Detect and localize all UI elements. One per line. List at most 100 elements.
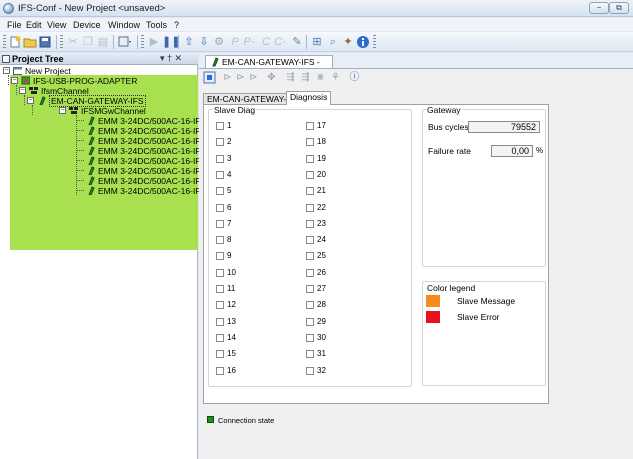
checkbox-box[interactable] bbox=[216, 252, 224, 261]
module-icon bbox=[88, 166, 95, 175]
checkbox-box[interactable] bbox=[306, 170, 314, 179]
checkbox-box[interactable] bbox=[306, 252, 314, 261]
open-folder-icon[interactable] bbox=[23, 35, 37, 49]
menu-help[interactable]: ? bbox=[174, 20, 179, 30]
save-icon[interactable] bbox=[38, 35, 52, 49]
search-icon[interactable]: ⌕ bbox=[326, 35, 340, 49]
view-dropdown-icon[interactable] bbox=[118, 35, 132, 49]
copy-icon[interactable]: ❐ bbox=[81, 35, 95, 49]
minimize-button[interactable]: − bbox=[589, 2, 609, 14]
checkbox-box[interactable] bbox=[306, 187, 314, 196]
toolbar-grip[interactable] bbox=[141, 35, 144, 49]
checkbox-box[interactable] bbox=[216, 122, 224, 130]
gateway-title: Gateway bbox=[426, 105, 462, 115]
settings-icon[interactable]: ⚙ bbox=[212, 35, 226, 49]
menu-tools[interactable]: Tools bbox=[146, 20, 167, 30]
checkbox-box[interactable] bbox=[216, 154, 224, 163]
checkbox-box[interactable] bbox=[216, 219, 224, 228]
checkbox-box[interactable] bbox=[216, 187, 224, 196]
network-icon[interactable]: ⋇ bbox=[314, 71, 327, 84]
tree-item-gw-channel[interactable]: − IFSMGwChannel bbox=[0, 106, 198, 116]
menu-view[interactable]: View bbox=[47, 20, 66, 30]
forward-icon[interactable]: ⊳ bbox=[221, 71, 234, 84]
checkbox-box[interactable] bbox=[216, 366, 224, 375]
menu-edit[interactable]: Edit bbox=[26, 20, 42, 30]
tree-item-emm-module[interactable]: EMM 3-24DC/500AC-16-IFS_2 bbox=[0, 136, 216, 146]
checkbox-box[interactable] bbox=[216, 268, 224, 277]
checkbox-box[interactable] bbox=[306, 268, 314, 277]
tree-item-emm-module[interactable]: EMM 3-24DC/500AC-16-IFS_4 bbox=[0, 156, 216, 166]
collapse-icon[interactable]: − bbox=[11, 77, 18, 84]
tool-icon[interactable]: ✎ bbox=[290, 35, 304, 49]
network-icon[interactable]: ⊞ bbox=[310, 35, 324, 49]
config-c-icon[interactable]: C bbox=[259, 35, 273, 49]
document-tab[interactable]: EM-CAN-GATEWAY-IFS - Diagnosis... bbox=[205, 55, 333, 79]
menu-file[interactable]: File bbox=[7, 20, 22, 30]
toolbar-grip[interactable] bbox=[373, 35, 376, 49]
tree-item-emm-module[interactable]: EMM 3-24DC/500AC-16-IFS bbox=[0, 116, 206, 126]
checkbox-box[interactable] bbox=[306, 317, 314, 326]
checkbox-box[interactable] bbox=[306, 203, 314, 212]
tree-item-emm-module[interactable]: EMM 3-24DC/500AC-16-IFS_7 bbox=[0, 186, 216, 196]
checkbox-box[interactable] bbox=[306, 333, 314, 342]
tree-item-emm-module[interactable]: EMM 3-24DC/500AC-16-IFS_5 bbox=[0, 166, 216, 176]
checkbox-box[interactable] bbox=[306, 236, 314, 245]
checkbox-box[interactable] bbox=[216, 203, 224, 212]
tree-item-emm-module[interactable]: EMM 3-24DC/500AC-16-IFS_3 bbox=[0, 146, 216, 156]
step-icon[interactable]: ⊳ bbox=[247, 71, 260, 84]
cut-icon[interactable]: ✂ bbox=[66, 35, 80, 49]
tree-item-usb-adapter[interactable]: − IFS-USB-PROG-ADAPTER bbox=[0, 76, 198, 86]
tree-item-em-can-gateway[interactable]: − EM-CAN-GATEWAY-IFS bbox=[0, 95, 198, 107]
forward-all-icon[interactable]: ⊳ bbox=[234, 71, 247, 84]
tool-icon[interactable]: ✥ bbox=[265, 71, 278, 84]
checkbox-box[interactable] bbox=[216, 138, 224, 147]
info-icon[interactable]: ⓘ bbox=[348, 71, 361, 84]
branch-add-icon[interactable]: ⇶ bbox=[299, 71, 312, 84]
collapse-icon[interactable]: − bbox=[3, 67, 10, 74]
checkbox-box[interactable] bbox=[306, 122, 314, 130]
checkbox-box[interactable] bbox=[216, 170, 224, 179]
collapse-icon[interactable]: − bbox=[19, 87, 26, 94]
app-icon bbox=[3, 3, 14, 14]
config-c-minus-icon[interactable]: C- bbox=[273, 35, 287, 49]
play-icon[interactable]: ▶ bbox=[147, 35, 161, 49]
checkbox-box[interactable] bbox=[306, 138, 314, 147]
checkbox-box[interactable] bbox=[306, 366, 314, 375]
hierarchy-icon[interactable]: ⚘ bbox=[329, 71, 342, 84]
checkbox-box[interactable] bbox=[216, 350, 224, 359]
tree-item-emm-module[interactable]: EMM 3-24DC/500AC-16-IFS_6 bbox=[0, 176, 216, 186]
refresh-icon[interactable] bbox=[203, 71, 216, 84]
toolbar-grip[interactable] bbox=[3, 35, 6, 49]
menu-device[interactable]: Device bbox=[73, 20, 101, 30]
checkbox-box[interactable] bbox=[306, 301, 314, 310]
collapse-icon[interactable]: − bbox=[27, 97, 34, 104]
checkbox-box[interactable] bbox=[306, 219, 314, 228]
download-icon[interactable]: ⇩ bbox=[197, 35, 211, 49]
pause-icon[interactable]: ❚❚ bbox=[162, 35, 180, 49]
slave-checkbox-label: 18 bbox=[317, 137, 326, 147]
new-project-icon[interactable] bbox=[8, 35, 22, 49]
tree-item-emm-module[interactable]: EMM 3-24DC/500AC-16-IFS_1 bbox=[0, 126, 216, 136]
checkbox-box[interactable] bbox=[216, 236, 224, 245]
parameter-p-minus-icon[interactable]: P- bbox=[242, 35, 256, 49]
toolbar-grip[interactable] bbox=[60, 35, 63, 49]
wizard-icon[interactable]: ✦ bbox=[341, 35, 355, 49]
branch-icon[interactable]: ⇶ bbox=[284, 71, 297, 84]
info-icon[interactable] bbox=[356, 35, 370, 49]
tab-diagnosis[interactable]: Diagnosis bbox=[286, 91, 332, 105]
checkbox-box[interactable] bbox=[216, 285, 224, 293]
menu-window[interactable]: Window bbox=[108, 20, 140, 30]
checkbox-box[interactable] bbox=[216, 301, 224, 310]
checkbox-box[interactable] bbox=[216, 317, 224, 326]
parameter-p-icon[interactable]: P bbox=[228, 35, 242, 49]
checkbox-box[interactable] bbox=[216, 333, 224, 342]
checkbox-box[interactable] bbox=[306, 285, 314, 293]
tree-item-new-project[interactable]: − New Project bbox=[0, 66, 198, 76]
collapse-icon[interactable]: − bbox=[59, 107, 66, 114]
checkbox-box[interactable] bbox=[306, 350, 314, 359]
paste-icon[interactable]: ▤ bbox=[96, 35, 110, 49]
panel-options-icon[interactable]: ▾ † ✕ bbox=[160, 53, 182, 64]
upload-icon[interactable]: ⇧ bbox=[182, 35, 196, 49]
checkbox-box[interactable] bbox=[306, 154, 314, 163]
restore-button[interactable]: ⧉ bbox=[609, 2, 629, 14]
